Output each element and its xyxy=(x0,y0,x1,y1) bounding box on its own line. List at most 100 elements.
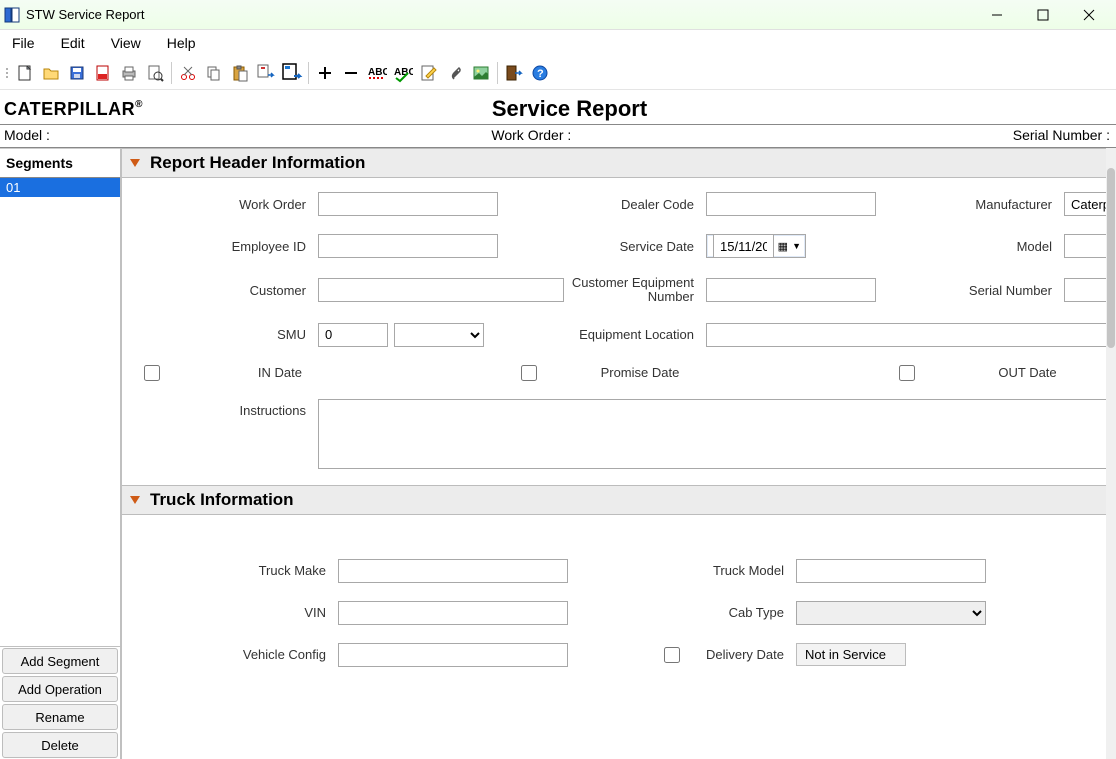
svg-text:ABC: ABC xyxy=(368,67,387,78)
menu-file[interactable]: File xyxy=(8,33,39,53)
label-work-order: Work Order xyxy=(132,197,312,212)
paste-icon[interactable] xyxy=(227,60,253,86)
chk-in-date[interactable] xyxy=(144,365,160,381)
import-icon[interactable] xyxy=(253,60,279,86)
input-smu[interactable] xyxy=(318,323,388,347)
cut-icon[interactable] xyxy=(175,60,201,86)
label-vin: VIN xyxy=(132,605,332,620)
rename-button[interactable]: Rename xyxy=(2,704,118,730)
svg-text:?: ? xyxy=(537,68,544,80)
service-date-text[interactable] xyxy=(713,234,774,258)
minimize-button[interactable] xyxy=(974,1,1020,29)
input-equip-location[interactable] xyxy=(706,323,1116,347)
input-cust-equip-no[interactable] xyxy=(706,278,876,302)
new-doc-icon[interactable] xyxy=(12,60,38,86)
segments-list: 01 xyxy=(0,178,120,646)
label-truck-make: Truck Make xyxy=(132,563,332,578)
pdf-icon[interactable] xyxy=(90,60,116,86)
window-title: STW Service Report xyxy=(26,7,974,22)
chk-delivery-date[interactable] xyxy=(664,647,680,663)
spellcheck-dash-icon[interactable]: ABC xyxy=(364,60,390,86)
calendar-icon: ▦ xyxy=(778,240,788,253)
serial-label: Serial Number : xyxy=(1013,127,1110,143)
toolbar: ABC ABC ? xyxy=(0,56,1116,90)
save-icon[interactable] xyxy=(64,60,90,86)
content-area: Report Header Information Work Order Dea… xyxy=(122,148,1116,759)
section-report-header: Report Header Information Work Order Dea… xyxy=(122,148,1106,479)
maximize-button[interactable] xyxy=(1020,1,1066,29)
section-truck-info: Truck Information Truck Make Truck Model… xyxy=(122,485,1106,677)
menu-view[interactable]: View xyxy=(107,33,145,53)
toolbar-grip xyxy=(4,61,10,85)
input-service-date[interactable]: ▦ ▼ xyxy=(706,234,806,258)
app-icon xyxy=(4,7,20,23)
input-customer[interactable] xyxy=(318,278,564,302)
title-bar: STW Service Report xyxy=(0,0,1116,30)
copy-icon[interactable] xyxy=(201,60,227,86)
input-dealer-code[interactable] xyxy=(706,192,876,216)
page-header: CATERPILLAR® Service Report xyxy=(0,90,1116,124)
select-cab-type[interactable] xyxy=(796,601,986,625)
section-title: Truck Information xyxy=(150,490,294,510)
label-employee-id: Employee ID xyxy=(132,239,312,254)
vertical-scrollbar[interactable] xyxy=(1106,148,1116,759)
label-customer: Customer xyxy=(132,283,312,298)
chk-out-date[interactable] xyxy=(899,365,915,381)
edit-note-icon[interactable] xyxy=(416,60,442,86)
brand-logo: CATERPILLAR® xyxy=(4,99,143,120)
label-promise-date: Promise Date xyxy=(549,365,689,380)
dropdown-icon: ▼ xyxy=(792,241,801,251)
select-smu-unit[interactable] xyxy=(394,323,484,347)
collapse-icon xyxy=(130,159,140,167)
menu-edit[interactable]: Edit xyxy=(57,33,89,53)
input-vin[interactable] xyxy=(338,601,568,625)
label-manufacturer: Manufacturer xyxy=(958,197,1058,212)
print-preview-icon[interactable] xyxy=(142,60,168,86)
close-button[interactable] xyxy=(1066,1,1112,29)
sidebar: Segments 01 Add Segment Add Operation Re… xyxy=(0,148,122,759)
section-title: Report Header Information xyxy=(150,153,365,173)
label-serial-number: Serial Number xyxy=(958,283,1058,298)
segment-item[interactable]: 01 xyxy=(0,178,120,197)
minus-icon[interactable] xyxy=(338,60,364,86)
label-truck-model: Truck Model xyxy=(690,563,790,578)
collapse-icon xyxy=(130,496,140,504)
print-icon[interactable] xyxy=(116,60,142,86)
model-label: Model : xyxy=(4,127,50,143)
input-truck-make[interactable] xyxy=(338,559,568,583)
section-header-truck[interactable]: Truck Information xyxy=(122,485,1106,515)
exit-icon[interactable] xyxy=(501,60,527,86)
label-out-date: OUT Date xyxy=(927,365,1067,380)
label-model: Model xyxy=(958,239,1058,254)
menu-bar: File Edit View Help xyxy=(0,30,1116,56)
input-vehicle-config[interactable] xyxy=(338,643,568,667)
help-icon[interactable]: ? xyxy=(527,60,553,86)
input-truck-model[interactable] xyxy=(796,559,986,583)
menu-help[interactable]: Help xyxy=(163,33,200,53)
attach-icon[interactable] xyxy=(442,60,468,86)
plus-icon[interactable] xyxy=(312,60,338,86)
add-segment-button[interactable]: Add Segment xyxy=(2,648,118,674)
label-instructions: Instructions xyxy=(132,399,312,418)
label-smu: SMU xyxy=(132,327,312,342)
section-header-rhi[interactable]: Report Header Information xyxy=(122,148,1106,178)
chk-promise-date[interactable] xyxy=(521,365,537,381)
delete-button[interactable]: Delete xyxy=(2,732,118,758)
label-cab-type: Cab Type xyxy=(690,605,790,620)
work-order-label: Work Order : xyxy=(491,127,571,143)
label-cust-equip-no: Customer Equipment Number xyxy=(570,276,700,305)
label-equip-location: Equipment Location xyxy=(570,327,700,342)
delivery-status[interactable]: Not in Service xyxy=(796,643,906,666)
input-employee-id[interactable] xyxy=(318,234,498,258)
insert-image-icon[interactable] xyxy=(468,60,494,86)
add-operation-button[interactable]: Add Operation xyxy=(2,676,118,702)
export-icon[interactable] xyxy=(279,60,305,86)
sidebar-buttons: Add Segment Add Operation Rename Delete xyxy=(0,646,120,759)
input-instructions[interactable] xyxy=(318,399,1116,469)
input-work-order[interactable] xyxy=(318,192,498,216)
spellcheck-icon[interactable]: ABC xyxy=(390,60,416,86)
sidebar-header: Segments xyxy=(0,148,120,178)
open-folder-icon[interactable] xyxy=(38,60,64,86)
scrollbar-thumb[interactable] xyxy=(1107,168,1115,348)
label-delivery-date: Delivery Date xyxy=(690,647,790,662)
